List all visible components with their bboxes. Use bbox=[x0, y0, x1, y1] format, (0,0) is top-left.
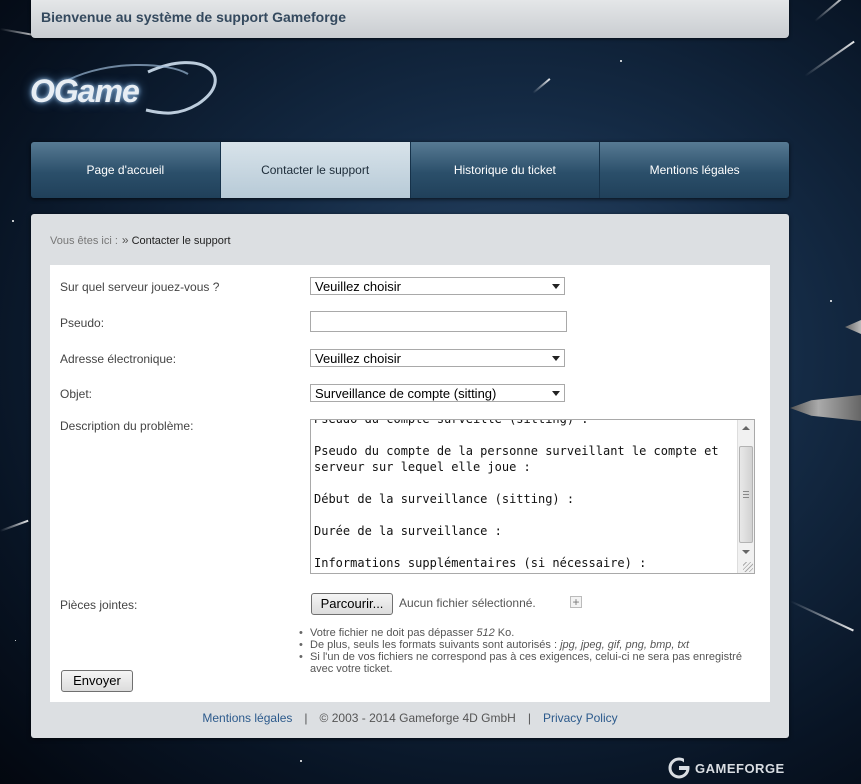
attachment-notes: Votre fichier ne doit pas dépasser 512 K… bbox=[299, 627, 764, 675]
scroll-up-icon[interactable] bbox=[742, 426, 750, 430]
star bbox=[15, 640, 16, 641]
grip-line bbox=[743, 494, 749, 495]
chevron-down-icon bbox=[552, 284, 560, 289]
content-panel: Vous êtes ici :» Contacter le support Sur… bbox=[31, 214, 789, 738]
grip-line bbox=[743, 497, 749, 498]
footer-separator: | bbox=[304, 711, 308, 725]
description-textarea[interactable]: Pseudo du compte surveillé (sitting) : P… bbox=[310, 419, 755, 574]
description-scrollbar[interactable] bbox=[737, 420, 754, 573]
description-text: Pseudo du compte surveillé (sitting) : P… bbox=[314, 419, 719, 570]
star bbox=[620, 60, 622, 62]
server-label: Sur quel serveur jouez-vous ? bbox=[60, 280, 220, 294]
email-select-value: Veuillez choisir bbox=[315, 351, 401, 366]
support-form: Sur quel serveur jouez-vous ? Veuillez c… bbox=[50, 265, 770, 702]
spaceship-image bbox=[790, 395, 861, 421]
add-attachment-icon[interactable]: + bbox=[570, 596, 582, 608]
resize-handle-icon[interactable] bbox=[743, 562, 753, 572]
light-streak bbox=[532, 78, 551, 94]
light-streak bbox=[789, 600, 854, 632]
email-label: Adresse électronique: bbox=[60, 352, 177, 366]
submit-button[interactable]: Envoyer bbox=[61, 670, 133, 692]
note-formats: De plus, seuls les formats suivants sont… bbox=[299, 639, 764, 651]
server-select-value: Veuillez choisir bbox=[315, 279, 401, 294]
no-file-text: Aucun fichier sélectionné. bbox=[399, 596, 536, 610]
note-formats-list: jpg, jpeg, gif, png, bmp, txt bbox=[560, 639, 690, 651]
footer-copyright: © 2003 - 2014 Gameforge 4D GmbH bbox=[319, 711, 516, 725]
note-size: Votre fichier ne doit pas dépasser 512 K… bbox=[299, 627, 764, 639]
breadcrumb-separator: » bbox=[121, 233, 129, 247]
description-label: Description du problème: bbox=[60, 419, 194, 433]
main-nav: Page d'accueil Contacter le support Hist… bbox=[31, 142, 789, 198]
gameforge-logo-icon bbox=[668, 757, 690, 779]
pseudo-label: Pseudo: bbox=[60, 316, 105, 330]
light-streak bbox=[0, 519, 29, 532]
footer-separator: | bbox=[527, 711, 531, 725]
breadcrumb-prefix: Vous êtes ici : bbox=[50, 235, 118, 247]
chevron-down-icon bbox=[552, 356, 560, 361]
spaceship-image bbox=[845, 320, 861, 334]
subject-label: Objet: bbox=[60, 387, 93, 401]
banner-title: Bienvenue au système de support Gameforg… bbox=[41, 9, 346, 25]
footer-privacy-link[interactable]: Privacy Policy bbox=[543, 711, 618, 725]
server-select[interactable]: Veuillez choisir bbox=[310, 277, 565, 295]
note-formats-prefix: De plus, seuls les formats suivants sont… bbox=[310, 639, 561, 651]
chevron-down-icon bbox=[552, 391, 560, 396]
pseudo-input[interactable] bbox=[310, 311, 567, 332]
email-select[interactable]: Veuillez choisir bbox=[310, 349, 565, 367]
tab-legal-notices[interactable]: Mentions légales bbox=[600, 142, 789, 198]
tab-home[interactable]: Page d'accueil bbox=[31, 142, 221, 198]
breadcrumb-current: Contacter le support bbox=[131, 235, 231, 247]
tab-contact-support[interactable]: Contacter le support bbox=[220, 142, 411, 198]
note-size-prefix: Votre fichier ne doit pas dépasser bbox=[310, 627, 477, 639]
subject-select-value: Surveillance de compte (sitting) bbox=[315, 386, 497, 401]
star bbox=[300, 760, 302, 762]
browse-button[interactable]: Parcourir... bbox=[311, 593, 393, 615]
attachments-label: Pièces jointes: bbox=[60, 598, 138, 612]
scroll-down-icon[interactable] bbox=[742, 550, 750, 554]
footer: Mentions légales | © 2003 - 2014 Gameforge… bbox=[31, 711, 789, 725]
footer-legal-link[interactable]: Mentions légales bbox=[202, 711, 292, 725]
star bbox=[830, 300, 832, 302]
light-streak bbox=[804, 40, 855, 77]
light-streak bbox=[814, 0, 847, 22]
gameforge-logo[interactable]: GAMEFORGE bbox=[668, 757, 785, 779]
gameforge-logo-text: GAMEFORGE bbox=[695, 760, 785, 776]
logo-text: OGame bbox=[30, 73, 140, 109]
breadcrumb: Vous êtes ici :» Contacter le support bbox=[50, 233, 231, 247]
tab-ticket-history[interactable]: Historique du ticket bbox=[410, 142, 601, 198]
grip-line bbox=[743, 491, 749, 492]
subject-select[interactable]: Surveillance de compte (sitting) bbox=[310, 384, 565, 402]
star bbox=[12, 220, 14, 222]
note-size-value: 512 bbox=[476, 627, 495, 639]
scrollbar-thumb[interactable] bbox=[739, 446, 753, 543]
top-banner: Bienvenue au système de support Gameforg… bbox=[31, 0, 789, 38]
ogame-logo[interactable]: OGame bbox=[28, 52, 228, 122]
note-size-unit: Ko. bbox=[494, 627, 515, 639]
note-warning: Si l'un de vos fichiers ne correspond pa… bbox=[299, 651, 764, 675]
